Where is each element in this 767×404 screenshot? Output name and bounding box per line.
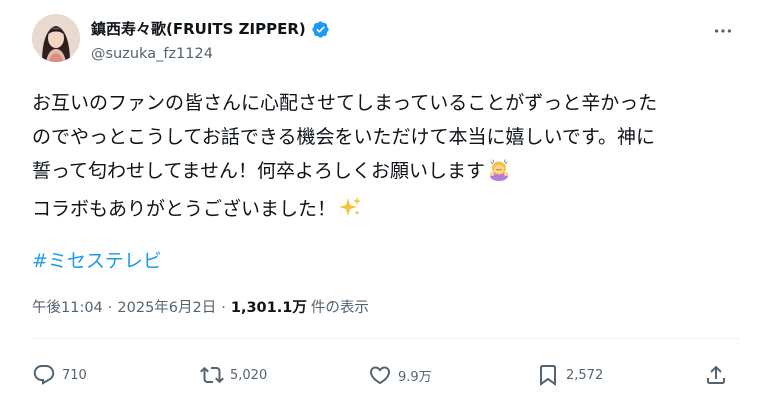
tweet-text: お互いのファンの皆さんに心配させてしまっていることがずっと辛かった のでやっとこ… [32,86,744,230]
tweet-time[interactable]: 午後11:04 [32,298,103,318]
tweet-text-line: お互いのファンの皆さんに心配させてしまっていることがずっと辛かった [32,92,658,114]
divider [32,338,740,339]
tweet-meta: 午後11:04 · 2025年6月2日 · 1,301.1万 件の表示 [32,298,369,318]
sparkles-emoji [338,195,362,230]
heart-icon [369,366,391,385]
reply-button[interactable]: 710 [32,355,87,395]
author-handle[interactable]: @suzuka_fz1124 [91,44,213,64]
share-button[interactable] [704,355,728,395]
views-count: 1,301.1万 [230,300,307,316]
tweet-card: 鎮西寿々歌(FRUITS ZIPPER) @suzuka_fz1124 お互いの… [0,0,767,404]
share-icon [707,365,725,384]
views-label: 件の表示 [310,300,369,316]
reply-count: 710 [62,367,87,383]
repost-icon [200,366,224,384]
tweet-text-line-content: コラボもありがとうございました！ [32,198,337,220]
author-name-row: 鎮西寿々歌(FRUITS ZIPPER) [91,18,330,40]
more-options-button[interactable] [710,20,736,42]
tweet-text-line: 誓って匂わせしてません！何卒よろしくお願いします [32,154,744,192]
like-count: 9.9万 [398,369,432,385]
bookmark-button[interactable]: 2,572 [536,355,603,395]
avatar[interactable] [32,14,80,62]
verified-badge-icon [312,20,329,38]
bookmark-count: 2,572 [566,367,604,383]
tweet-text-line: コラボもありがとうございました！ [32,192,744,230]
hashtag-link[interactable]: #ミセステレビ [32,244,162,278]
meta-separator: · [221,300,226,316]
avatar-photo [32,14,80,62]
repost-button[interactable]: 5,020 [200,355,267,395]
repost-count: 5,020 [230,367,268,383]
tweet-text-line-content: 誓って匂わせしてません！何卒よろしくお願いします [32,160,485,182]
bowing-woman-emoji [487,157,511,192]
like-button[interactable]: 9.9万 [368,355,432,395]
author-display-name[interactable]: 鎮西寿々歌(FRUITS ZIPPER) [91,19,306,39]
meta-separator: · [107,300,113,316]
tweet-text-line: のでやっとこうしてお話できる機会をいただけて本当に嬉しいです。神に [32,126,656,148]
tweet-date[interactable]: 2025年6月2日 [117,298,216,318]
more-horizontal-icon [714,29,732,33]
reply-icon [33,365,55,385]
bookmark-icon [540,365,556,386]
action-bar: 710 5,020 9.9万 2,572 [32,355,740,395]
